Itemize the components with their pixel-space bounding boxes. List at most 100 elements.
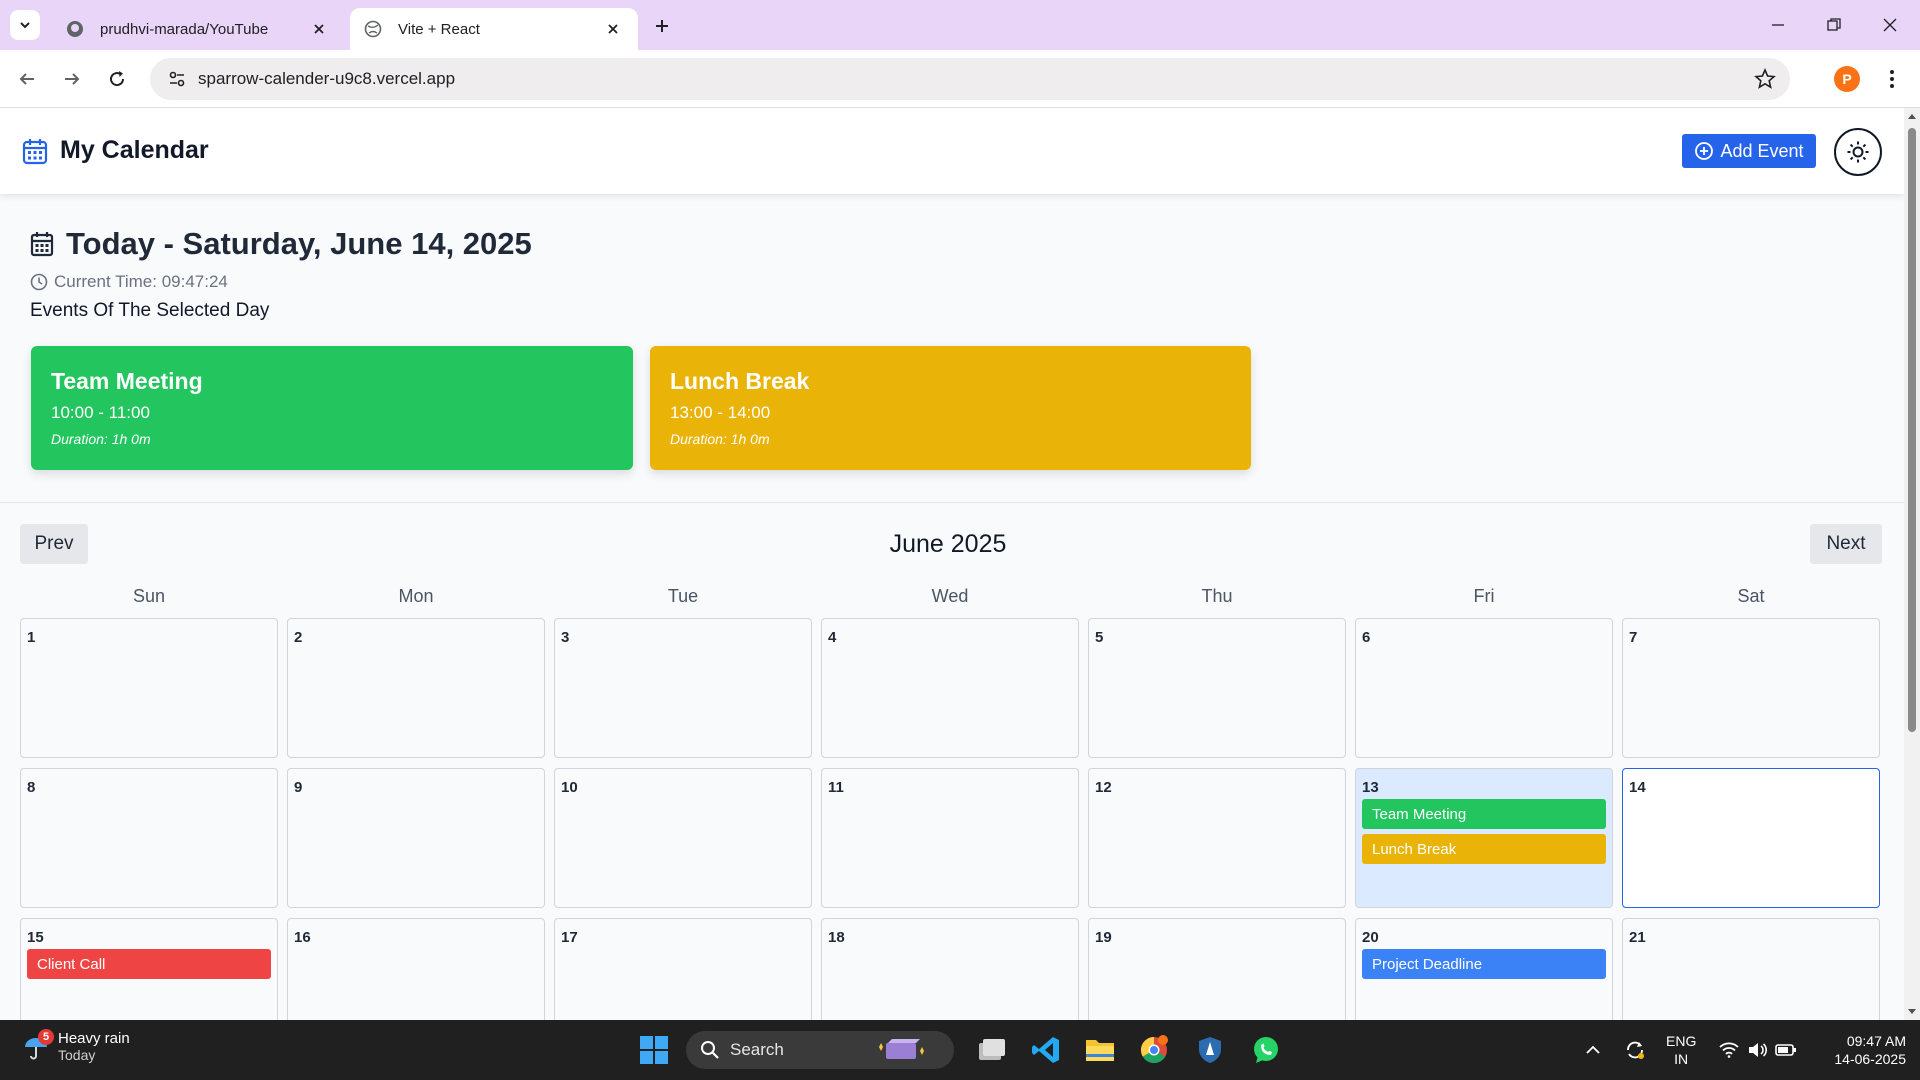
day-cell[interactable]: 7 <box>1622 618 1880 758</box>
restore-icon <box>1827 18 1841 31</box>
volume-icon[interactable] <box>1744 1020 1770 1080</box>
plus-icon <box>656 20 668 32</box>
browser-toolbar: sparrow-calender-u9c8.vercel.app <box>0 50 1920 108</box>
day-number: 3 <box>561 629 570 646</box>
sync-icon[interactable] <box>1620 1020 1650 1080</box>
scrollbar-thumb[interactable] <box>1908 128 1916 732</box>
day-cell[interactable]: 12 <box>1088 768 1346 908</box>
day-cell[interactable]: 20 Project Deadline <box>1355 918 1613 1020</box>
calendar-icon <box>22 138 48 164</box>
close-window-button[interactable] <box>1862 0 1918 50</box>
bookmark-star-icon[interactable] <box>1754 68 1776 90</box>
plus-circle-icon <box>1695 142 1714 160</box>
theme-toggle-button[interactable] <box>1834 128 1882 176</box>
github-icon <box>66 20 84 38</box>
day-cell[interactable]: 18 <box>821 918 1079 1020</box>
close-tab-icon[interactable] <box>308 18 330 40</box>
day-cell[interactable]: 6 <box>1355 618 1613 758</box>
weather-badge: 5 <box>38 1028 54 1045</box>
day-cell[interactable]: 4 <box>821 618 1079 758</box>
event-card-team-meeting[interactable]: Team Meeting 10:00 - 11:00 Duration: 1h … <box>31 346 633 470</box>
day-cell[interactable]: 21 <box>1622 918 1880 1020</box>
scroll-down-icon[interactable] <box>1907 1006 1917 1016</box>
chevron-down-icon <box>20 22 30 29</box>
close-tab-icon[interactable] <box>602 18 624 40</box>
profile-avatar[interactable]: P <box>1834 66 1860 92</box>
weekday-label: Sun <box>132 586 166 606</box>
whatsapp-icon[interactable] <box>1248 1032 1284 1068</box>
event-chip[interactable]: Project Deadline <box>1362 949 1606 979</box>
battery-icon[interactable] <box>1772 1020 1800 1080</box>
taskbar: 5 Heavy rain Today Search ENG IN 09:47 A… <box>0 1020 1920 1080</box>
event-chip[interactable]: Client Call <box>27 949 271 979</box>
day-number: 2 <box>294 629 303 646</box>
tab-search-button[interactable] <box>10 10 40 40</box>
day-cell[interactable]: 9 <box>287 768 545 908</box>
forward-button[interactable] <box>57 64 87 94</box>
today-heading: Today - Saturday, June 14, 2025 <box>30 226 532 262</box>
day-cell[interactable]: 10 <box>554 768 812 908</box>
day-number: 14 <box>1629 779 1646 796</box>
day-cell[interactable]: 19 <box>1088 918 1346 1020</box>
tab-vite-react[interactable]: Vite + React <box>350 8 638 50</box>
day-cell[interactable]: 13 Team Meeting Lunch Break <box>1355 768 1613 908</box>
weather-widget[interactable]: 5 Heavy rain Today <box>22 1028 130 1063</box>
day-number: 11 <box>828 779 844 796</box>
search-highlight-icon <box>878 1039 924 1059</box>
minimize-icon <box>1772 24 1784 26</box>
browser-menu-icon[interactable] <box>1880 64 1904 94</box>
day-number: 8 <box>27 779 36 796</box>
vscode-icon[interactable] <box>1028 1032 1064 1068</box>
back-button[interactable] <box>12 64 42 94</box>
weekday-label: Thu <box>1201 586 1233 606</box>
day-cell[interactable]: 15 Client Call <box>20 918 278 1020</box>
day-number: 21 <box>1629 929 1646 946</box>
reload-button[interactable] <box>102 64 132 94</box>
wifi-icon[interactable] <box>1716 1020 1742 1080</box>
current-time-text: Current Time: 09:47:24 <box>54 272 228 291</box>
day-cell[interactable]: 5 <box>1088 618 1346 758</box>
event-time: 10:00 - 11:00 <box>51 403 150 422</box>
day-cell[interactable]: 17 <box>554 918 812 1020</box>
security-shield-icon[interactable] <box>1192 1032 1228 1068</box>
day-cell[interactable]: 1 <box>20 618 278 758</box>
arrow-right-icon <box>65 73 80 85</box>
day-cell[interactable]: 8 <box>20 768 278 908</box>
current-time: Current Time: 09:47:24 <box>30 272 228 292</box>
taskbar-search-box[interactable]: Search <box>686 1031 954 1069</box>
show-hidden-icons-chevron[interactable] <box>1580 1020 1606 1080</box>
weekday-label: Mon <box>398 586 434 606</box>
new-tab-button[interactable] <box>648 12 676 40</box>
day-cell[interactable]: 3 <box>554 618 812 758</box>
day-cell[interactable]: 11 <box>821 768 1079 908</box>
next-month-button[interactable]: Next <box>1810 524 1882 564</box>
day-cell[interactable]: 2 <box>287 618 545 758</box>
event-duration: Duration: 1h 0m <box>51 431 151 447</box>
language-indicator[interactable]: ENG IN <box>1666 1032 1696 1068</box>
add-event-button[interactable]: Add Event <box>1682 134 1816 168</box>
site-info-icon[interactable] <box>166 68 188 90</box>
restore-button[interactable] <box>1806 0 1862 50</box>
weekday-label: Wed <box>931 586 969 606</box>
app-header: My Calendar Add Event <box>0 108 1904 194</box>
page-scrollbar[interactable] <box>1904 108 1920 1020</box>
event-card-lunch-break[interactable]: Lunch Break 13:00 - 14:00 Duration: 1h 0… <box>650 346 1251 470</box>
taskbar-clock[interactable]: 09:47 AM 14-06-2025 <box>1810 1032 1906 1068</box>
minimize-button[interactable] <box>1750 0 1806 50</box>
day-number: 7 <box>1629 629 1638 646</box>
chrome-icon[interactable] <box>1136 1032 1172 1068</box>
task-view-icon[interactable] <box>974 1032 1010 1068</box>
event-chip[interactable]: Team Meeting <box>1362 799 1606 829</box>
event-title: Team Meeting <box>51 368 203 394</box>
windows-start-icon[interactable] <box>636 1032 672 1068</box>
tab-github[interactable]: prudhvi-marada/YouTube <box>52 8 344 50</box>
section-divider <box>0 502 1904 503</box>
day-cell[interactable]: 14 <box>1622 768 1880 908</box>
scroll-up-icon[interactable] <box>1907 112 1917 122</box>
event-chip[interactable]: Lunch Break <box>1362 834 1606 864</box>
day-cell[interactable]: 16 <box>287 918 545 1020</box>
address-bar[interactable]: sparrow-calender-u9c8.vercel.app <box>150 58 1790 100</box>
arrow-left-icon <box>19 73 34 85</box>
reload-icon <box>110 71 125 87</box>
file-explorer-icon[interactable] <box>1082 1032 1118 1068</box>
